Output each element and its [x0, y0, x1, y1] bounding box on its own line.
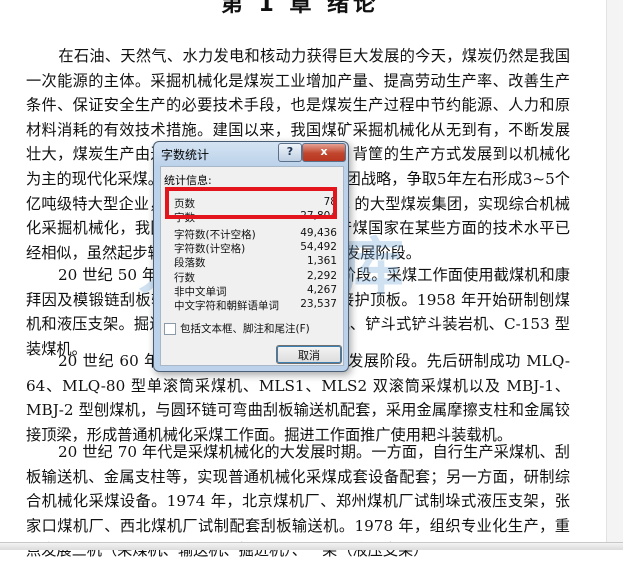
include-textboxes-option[interactable]: 包括文本框、脚注和尾注(F)	[164, 321, 310, 336]
stat-value: 23,537	[300, 298, 337, 310]
stat-label: 字符数(计空格)	[174, 243, 246, 255]
stat-chars-no-spaces: 字符数(不计空格) 49,436	[174, 227, 337, 241]
page-right-margin	[606, 0, 623, 549]
close-icon: x	[320, 145, 328, 158]
stat-chinese-characters: 中文字符和朝鲜语单词 23,537	[174, 298, 337, 312]
stat-label: 字符数(不计空格)	[174, 229, 256, 241]
stat-paragraphs: 段落数 1,361	[174, 255, 337, 269]
stat-label: 中文字符和朝鲜语单词	[174, 300, 279, 312]
stats-header: 统计信息:	[164, 174, 212, 187]
stat-label: 非中文单词	[174, 286, 227, 298]
stat-non-chinese-words: 非中文单词 4,267	[174, 284, 337, 298]
close-button[interactable]: x	[302, 143, 346, 162]
chapter-title: 第 1 章 绪论	[220, 0, 380, 17]
stat-lines: 行数 2,292	[174, 270, 337, 284]
dialog-titlebar[interactable]: 字数统计 ? x	[154, 142, 348, 166]
cancel-button[interactable]: 取消	[276, 345, 342, 364]
stat-value: 2,292	[306, 270, 337, 282]
stat-value: 49,436	[300, 227, 337, 239]
stat-label: 段落数	[174, 257, 206, 269]
highlight-box	[165, 187, 337, 219]
dialog-title: 字数统计	[161, 148, 210, 162]
include-textboxes-checkbox[interactable]	[164, 323, 176, 335]
stat-label: 行数	[174, 272, 195, 284]
word-count-dialog: 字数统计 ? x 统计信息: 页数 78 字数 27,804 字符数(不计空格)…	[153, 141, 349, 372]
stat-value: 54,492	[300, 241, 337, 253]
help-button[interactable]: ?	[278, 143, 302, 162]
stat-value: 1,361	[306, 255, 337, 267]
stat-chars-with-spaces: 字符数(计空格) 54,492	[174, 241, 337, 255]
dialog-body: 统计信息: 页数 78 字数 27,804 字符数(不计空格) 49,436 字…	[160, 166, 344, 366]
checkbox-label: 包括文本框、脚注和尾注(F)	[180, 323, 310, 335]
stat-value: 4,267	[306, 284, 337, 296]
